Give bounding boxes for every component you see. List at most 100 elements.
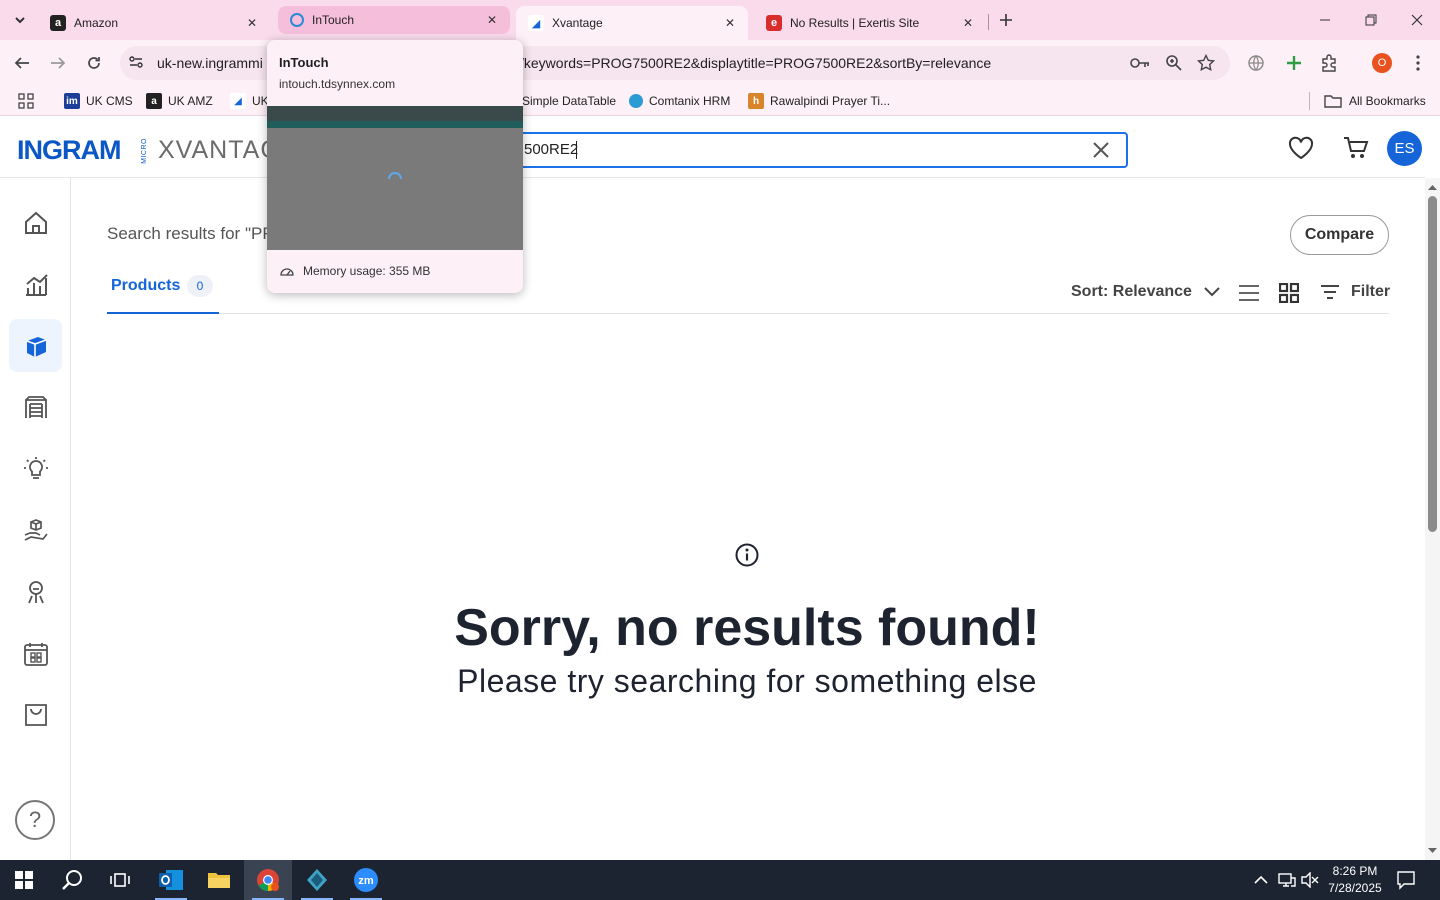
cart-button[interactable] xyxy=(1343,136,1369,160)
nav-products[interactable] xyxy=(9,319,62,372)
close-icon[interactable]: ✕ xyxy=(722,15,738,31)
bookmark-prayer-times[interactable]: h Rawalpindi Prayer Ti... xyxy=(748,91,890,111)
user-avatar[interactable]: ES xyxy=(1387,131,1422,166)
nav-services[interactable] xyxy=(9,504,62,557)
scrollbar-thumb[interactable] xyxy=(1428,196,1437,532)
folder-icon xyxy=(208,873,230,888)
tray-overflow-button[interactable] xyxy=(1253,872,1269,888)
bookmark-simple-datatable[interactable]: Simple DataTable xyxy=(522,91,616,111)
notifications-button[interactable] xyxy=(1396,870,1416,890)
diamond-app-icon xyxy=(307,869,327,891)
system-clock[interactable]: 8:26 PM 7/28/2025 xyxy=(1322,863,1388,897)
tab-title: Amazon xyxy=(74,16,119,30)
taskbar-zoom[interactable]: zm xyxy=(342,860,390,900)
chrome-menu-button[interactable] xyxy=(1402,47,1434,79)
zoom-icon[interactable] xyxy=(1165,54,1183,72)
task-view-button[interactable] xyxy=(96,860,144,900)
filter-icon xyxy=(1321,285,1339,299)
password-key-icon[interactable] xyxy=(1130,54,1150,72)
filter-label: Filter xyxy=(1351,283,1391,300)
list-view-button[interactable] xyxy=(1239,284,1259,302)
amazon-icon: a xyxy=(146,93,162,109)
wishlist-button[interactable] xyxy=(1288,136,1314,160)
sort-dropdown[interactable]: Sort: Relevance xyxy=(1071,283,1220,301)
tab-search-button[interactable] xyxy=(8,8,32,32)
zoom-app-icon: zm xyxy=(354,868,378,892)
tab-title: InTouch xyxy=(312,13,355,27)
search-clear-button[interactable] xyxy=(1092,141,1110,159)
taskbar-search-button[interactable] xyxy=(48,860,96,900)
site-info-icon[interactable] xyxy=(128,54,146,72)
bookmark-uk-cms[interactable]: im UK CMS xyxy=(64,91,133,111)
compare-button[interactable]: Compare xyxy=(1290,215,1389,255)
filter-button[interactable]: Filter xyxy=(1320,283,1390,301)
bookmark-uk-amz[interactable]: a UK AMZ xyxy=(146,91,213,111)
page-scrollbar[interactable] xyxy=(1425,178,1440,860)
tab-preview-thumbnail xyxy=(267,106,523,250)
bookmark-uk[interactable]: ◢ UK xyxy=(230,91,269,111)
tab-products-label: Products xyxy=(111,277,181,294)
warehouse-icon xyxy=(24,395,47,418)
taskbar-outlook[interactable] xyxy=(147,860,195,900)
close-icon[interactable]: ✕ xyxy=(484,12,500,28)
logo-micro-text: MICRO xyxy=(141,138,148,164)
nav-home[interactable] xyxy=(9,196,62,249)
hand-box-icon xyxy=(24,518,48,541)
taskbar-chrome[interactable] xyxy=(244,860,292,900)
tab-amazon[interactable]: a Amazon ✕ xyxy=(38,6,270,40)
nav-analytics[interactable] xyxy=(9,258,62,311)
close-window-button[interactable] xyxy=(1394,0,1440,40)
all-bookmarks-button[interactable]: All Bookmarks xyxy=(1324,91,1426,111)
tab-products[interactable]: Products 0 xyxy=(107,268,219,314)
tabs-divider xyxy=(219,313,1389,314)
taskbar-app-diamond[interactable] xyxy=(293,860,341,900)
clock-time: 8:26 PM xyxy=(1332,864,1378,878)
bookmark-comtanix-hrm[interactable]: Comtanix HRM xyxy=(629,91,730,111)
grid-view-button[interactable] xyxy=(1279,283,1299,303)
chart-icon xyxy=(25,273,48,296)
volume-muted-icon[interactable] xyxy=(1301,872,1319,888)
start-button[interactable] xyxy=(0,860,48,900)
close-icon xyxy=(1093,142,1109,158)
back-button[interactable] xyxy=(6,47,38,79)
minimize-button[interactable] xyxy=(1302,0,1348,40)
network-icon[interactable] xyxy=(1278,872,1296,888)
close-icon[interactable]: ✕ xyxy=(244,15,260,31)
new-tab-button[interactable] xyxy=(994,8,1018,32)
tab-xvantage[interactable]: ◢ Xvantage ✕ xyxy=(516,6,748,40)
browser-toolbar: uk-new.ingrammi /keywords=PROG7500RE2&di… xyxy=(0,40,1440,86)
notification-icon xyxy=(1397,871,1415,890)
profile-button[interactable]: O xyxy=(1366,47,1398,79)
tab-exertis[interactable]: e No Results | Exertis Site ✕ xyxy=(754,6,986,40)
reload-icon xyxy=(88,57,100,69)
scroll-down-arrow-icon xyxy=(1428,848,1437,853)
translate-extension-icon[interactable] xyxy=(1240,47,1272,79)
search-results-heading: Search results for "PR xyxy=(107,224,275,243)
empty-state-subtitle: Please try searching for something else xyxy=(457,663,1037,699)
windows-taskbar: zm 8:26 PM 7/28/2025 xyxy=(0,860,1440,900)
search-input[interactable]: 500RE2 xyxy=(500,132,1128,168)
close-icon[interactable]: ✕ xyxy=(960,15,976,31)
bookmark-label: UK CMS xyxy=(86,94,133,108)
hover-card-title: InTouch xyxy=(279,55,329,70)
forward-button[interactable] xyxy=(42,47,74,79)
nav-warehouse[interactable] xyxy=(9,380,62,433)
bookmark-star-icon[interactable] xyxy=(1197,54,1215,72)
bookmarks-divider xyxy=(1309,92,1310,110)
grid-view-icon xyxy=(1279,283,1299,303)
taskbar-file-explorer[interactable] xyxy=(195,860,243,900)
plus-icon xyxy=(1000,14,1012,26)
reload-button[interactable] xyxy=(78,47,110,79)
restore-button[interactable] xyxy=(1348,0,1394,40)
kebab-menu-icon xyxy=(1416,55,1420,71)
help-button[interactable]: ? xyxy=(15,800,55,840)
task-view-icon xyxy=(110,873,130,887)
xvantage-icon: ◢ xyxy=(230,93,246,109)
extensions-icon[interactable] xyxy=(1313,47,1345,79)
tab-intouch[interactable]: InTouch ✕ xyxy=(278,6,510,34)
nav-insights[interactable] xyxy=(9,442,62,495)
puzzle-plus-extension-icon[interactable] xyxy=(1278,47,1310,79)
windows-logo-icon xyxy=(15,871,33,889)
apps-grid-icon[interactable] xyxy=(18,93,34,109)
profile-badge: O xyxy=(1372,53,1392,73)
